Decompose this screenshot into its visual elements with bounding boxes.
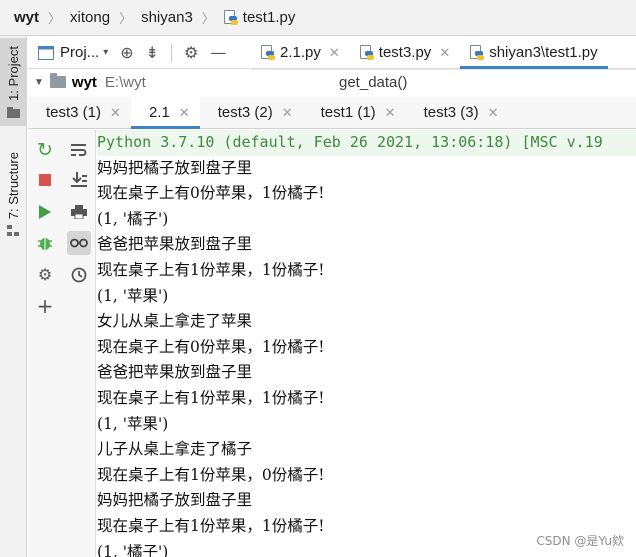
close-icon[interactable]: ✕ xyxy=(110,105,121,121)
console-line: 女儿从桌上拿走了苹果 xyxy=(97,312,253,331)
run-tab-bar: test3 (1) ✕ 2.1 ✕ test3 (2) ✕ test1 (1) … xyxy=(28,97,636,129)
editor-tab-bar: 2.1.py ✕ test3.py ✕ shiyan3\test1.py xyxy=(251,37,636,69)
close-icon[interactable]: ✕ xyxy=(282,105,293,121)
console-line: 现在桌子上有0份苹果，1份橘子! xyxy=(97,184,325,203)
gear-icon[interactable]: ⚙ xyxy=(184,43,198,62)
run-toolbar-secondary xyxy=(62,130,96,557)
editor-tab-test3-py[interactable]: test3.py ✕ xyxy=(350,37,460,68)
run-tab-label: 2.1 xyxy=(148,104,170,121)
stop-icon[interactable] xyxy=(33,168,57,192)
rerun-icon[interactable]: ↻ xyxy=(33,138,57,162)
folder-icon xyxy=(7,106,20,118)
settings-icon[interactable]: ⚙ xyxy=(33,263,57,287)
project-tab-label: 1: Project xyxy=(6,46,21,101)
project-root-name: wyt xyxy=(71,73,97,91)
console-line: 爸爸把苹果放到盘子里 xyxy=(97,363,253,382)
minimize-icon[interactable]: — xyxy=(210,43,226,62)
toolbar-divider xyxy=(171,43,173,62)
console-line: 妈妈把橘子放到盘子里 xyxy=(97,158,253,177)
history-icon[interactable] xyxy=(67,263,91,287)
run-tab-test3-1[interactable]: test3 (1) ✕ xyxy=(28,97,131,128)
editor-tab-shiyan3-test1-py[interactable]: shiyan3\test1.py xyxy=(460,37,609,69)
target-icon[interactable]: ⊕ xyxy=(120,43,133,62)
structure-tool-window-tab[interactable]: 7: Structure xyxy=(0,146,27,246)
project-view-icon xyxy=(38,45,54,60)
editor-tab-2-1-py[interactable]: 2.1.py ✕ xyxy=(251,37,350,68)
project-panel-toolbar: Proj... ▾ ⊕ ⇟ ⚙ — xyxy=(28,37,250,69)
run-tab-test3-2[interactable]: test3 (2) ✕ xyxy=(200,97,303,128)
console-line: 现在桌子上有1份苹果，0份橘子! xyxy=(97,465,325,484)
add-icon[interactable]: + xyxy=(33,294,57,318)
project-tool-window-tab[interactable]: 1: Project xyxy=(0,38,27,126)
console-line: 现在桌子上有0份苹果，1份橘子! xyxy=(97,337,325,356)
collapse-icon[interactable]: ⇟ xyxy=(146,43,159,62)
run-tab-test1-1[interactable]: test1 (1) ✕ xyxy=(303,97,406,128)
tool-window-strip: 1: Project 7: Structure xyxy=(0,36,27,557)
close-icon[interactable]: ✕ xyxy=(385,105,396,121)
project-view-selector[interactable]: Proj... xyxy=(60,44,99,61)
run-tab-test3-3[interactable]: test3 (3) ✕ xyxy=(406,97,509,128)
folder-icon xyxy=(49,73,66,88)
watermark: CSDN @是Yu欸 xyxy=(536,534,624,548)
console-line: (1, '苹果') xyxy=(97,414,169,433)
run-tab-2-1[interactable]: 2.1 ✕ xyxy=(130,97,200,129)
console-line: 儿子从桌上拿走了橘子 xyxy=(97,440,253,459)
soft-wrap-icon[interactable] xyxy=(67,138,91,162)
console-line: 现在桌子上有1份苹果，1份橘子! xyxy=(97,388,325,407)
python-file-icon xyxy=(470,44,485,61)
console-line: 爸爸把苹果放到盘子里 xyxy=(97,235,253,254)
python-file-icon xyxy=(223,9,238,26)
breadcrumb-item-wyt[interactable]: wyt xyxy=(14,9,39,26)
console-line: 妈妈把橘子放到盘子里 xyxy=(97,491,253,510)
python-version-header: Python 3.7.10 (default, Feb 26 2021, 13:… xyxy=(97,130,636,156)
show-variables-icon[interactable] xyxy=(67,231,91,255)
print-icon[interactable] xyxy=(67,200,91,224)
close-icon[interactable]: ✕ xyxy=(329,45,340,61)
run-toolbar-primary: ↻ ⚙ + xyxy=(28,130,62,557)
debug-icon[interactable] xyxy=(33,231,57,255)
python-file-icon xyxy=(359,44,374,61)
expand-arrow-icon[interactable]: ▼ xyxy=(34,77,44,88)
console-output[interactable]: Python 3.7.10 (default, Feb 26 2021, 13:… xyxy=(97,130,636,557)
scroll-to-end-icon[interactable] xyxy=(67,168,91,192)
run-tab-label: test3 (1) xyxy=(46,104,102,121)
chevron-right-icon: 〉 xyxy=(48,11,62,26)
close-icon[interactable]: ✕ xyxy=(179,105,190,121)
breadcrumb-item-test1[interactable]: test1.py xyxy=(243,9,296,26)
editor-breadcrumb: get_data() xyxy=(251,69,636,95)
run-icon[interactable] xyxy=(33,200,57,224)
run-tab-label: test3 (2) xyxy=(217,104,273,121)
chevron-right-icon: 〉 xyxy=(201,11,215,26)
breadcrumb-item-shiyan3[interactable]: shiyan3 xyxy=(141,9,193,26)
close-icon[interactable]: ✕ xyxy=(488,105,499,121)
function-breadcrumb[interactable]: get_data() xyxy=(339,74,407,91)
structure-tab-label: 7: Structure xyxy=(6,152,21,220)
editor-tab-label: 2.1.py xyxy=(280,44,321,61)
navigation-breadcrumb: wyt 〉 xitong 〉 shiyan3 〉 test1.py xyxy=(0,0,636,36)
chevron-right-icon: 〉 xyxy=(119,11,133,26)
structure-icon xyxy=(7,225,19,237)
breadcrumb-item-xitong[interactable]: xitong xyxy=(70,9,110,26)
console-line: 现在桌子上有1份苹果，1份橘子! xyxy=(97,260,325,279)
run-tab-label: test1 (1) xyxy=(320,104,376,121)
run-tab-label: test3 (3) xyxy=(423,104,479,121)
project-root-path: E:\wyt xyxy=(104,73,146,91)
python-file-icon xyxy=(261,44,275,61)
close-icon[interactable]: ✕ xyxy=(439,45,450,61)
chevron-down-icon[interactable]: ▾ xyxy=(103,47,108,58)
editor-tab-label: test3.py xyxy=(378,44,432,61)
console-line: (1, '橘子') xyxy=(97,209,169,228)
console-line: (1, '苹果') xyxy=(97,286,169,305)
editor-tab-label: shiyan3\test1.py xyxy=(489,44,598,61)
console-lines: 妈妈把橘子放到盘子里 现在桌子上有0份苹果，1份橘子! (1, '橘子') 爸爸把苹果… xyxy=(97,156,636,557)
project-tree-root[interactable]: ▼ wyt E:\wyt xyxy=(28,69,250,95)
